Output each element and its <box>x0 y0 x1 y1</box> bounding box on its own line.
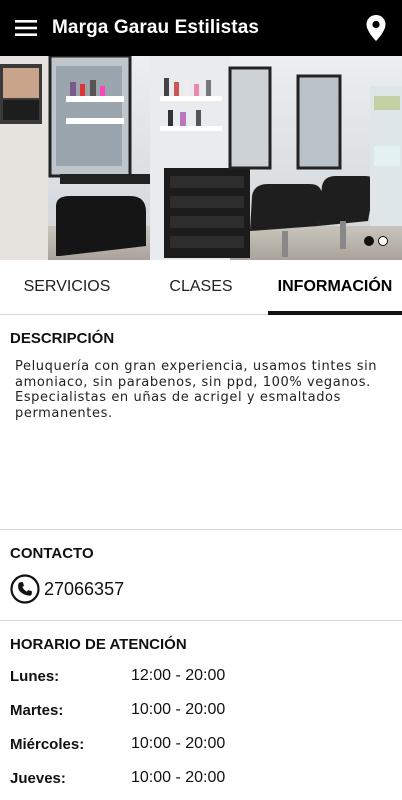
pagination-dot-1[interactable] <box>364 236 374 246</box>
hours-day: Martes: <box>10 701 64 719</box>
hours-time: 10:00 - 20:00 <box>131 769 226 786</box>
app-bar: Marga Garau Estilistas <box>0 0 402 56</box>
gallery-pagination <box>364 236 388 246</box>
pagination-dot-2[interactable] <box>378 236 388 246</box>
hours-row: Miércoles: 10:00 - 20:00 <box>10 727 392 761</box>
salon-photo <box>0 56 402 260</box>
app-title: Marga Garau Estilistas <box>52 17 260 38</box>
location-button[interactable] <box>350 0 402 56</box>
phone-icon <box>10 574 40 604</box>
hamburger-menu-icon <box>15 20 37 36</box>
phone-row[interactable]: 27066357 <box>10 574 392 604</box>
description-title: DESCRIPCIÓN <box>10 330 115 347</box>
opening-hours-section: HORARIO DE ATENCIÓN Lunes: 12:00 - 20:00… <box>0 622 402 800</box>
hours-day: Lunes: <box>10 667 60 685</box>
hours-day: Miércoles: <box>10 735 85 753</box>
tab-informacion[interactable]: INFORMACIÓN <box>268 260 402 315</box>
hours-time: 10:00 - 20:00 <box>131 735 226 752</box>
hours-list: Lunes: 12:00 - 20:00 Martes: 10:00 - 20:… <box>10 659 392 795</box>
tab-clases[interactable]: CLASES <box>134 260 268 314</box>
map-pin-icon <box>366 15 386 41</box>
hours-time: 10:00 - 20:00 <box>131 701 226 718</box>
tab-bar: SERVICIOS CLASES INFORMACIÓN <box>0 260 402 315</box>
menu-button[interactable] <box>0 0 52 56</box>
hours-row: Lunes: 12:00 - 20:00 <box>10 659 392 693</box>
tab-servicios[interactable]: SERVICIOS <box>0 260 134 314</box>
phone-number[interactable]: 27066357 <box>44 579 124 600</box>
hours-title: HORARIO DE ATENCIÓN <box>10 636 187 653</box>
description-text: Peluquería con gran experiencia, usamos … <box>15 359 378 421</box>
hours-row: Martes: 10:00 - 20:00 <box>10 693 392 727</box>
hours-day: Jueves: <box>10 769 66 787</box>
hours-time: 12:00 - 20:00 <box>131 667 226 684</box>
contact-section: CONTACTO 27066357 <box>0 531 402 621</box>
hours-row: Jueves: 10:00 - 20:00 <box>10 761 392 795</box>
description-section: DESCRIPCIÓN Peluquería con gran experien… <box>0 316 402 530</box>
salon-gallery[interactable] <box>0 56 402 260</box>
contact-title: CONTACTO <box>10 545 94 562</box>
